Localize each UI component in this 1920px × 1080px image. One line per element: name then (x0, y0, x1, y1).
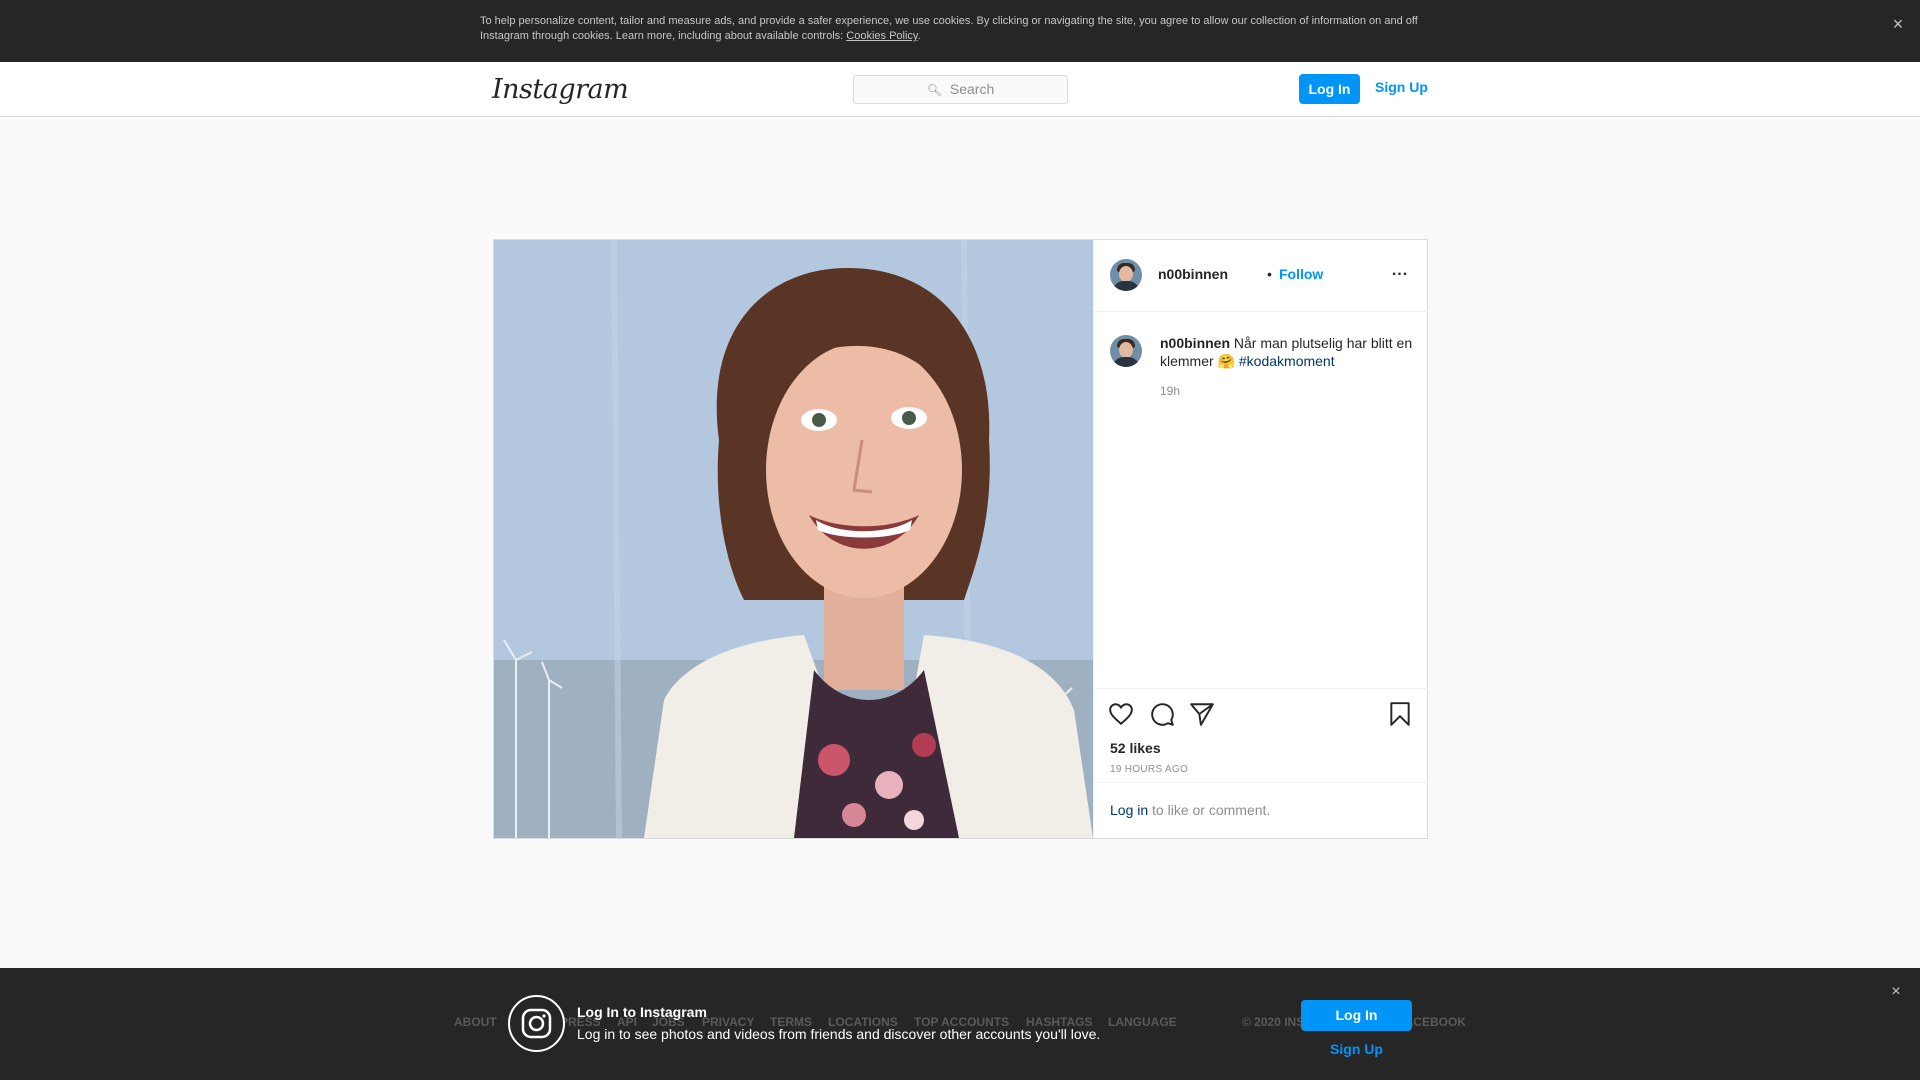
login-link[interactable]: Log in (1110, 802, 1148, 818)
instagram-glyph-icon (508, 995, 565, 1052)
heart-icon[interactable] (1108, 701, 1134, 727)
cookie-message: To help personalize content, tailor and … (480, 15, 1418, 42)
login-to-comment-text: to like or comment. (1148, 802, 1271, 818)
post-caption: n00binnen Når man plutselig har blitt en… (1160, 334, 1418, 370)
avatar[interactable] (1110, 259, 1142, 291)
cookie-banner: To help personalize content, tailor and … (0, 0, 1920, 62)
post-photo[interactable] (494, 240, 1093, 838)
caption-username[interactable]: n00binnen (1160, 335, 1230, 351)
post-actions: 52 likes 19 HOURS AGO Log in to like or … (1094, 688, 1428, 838)
login-prompt-subtitle: Log in to see photos and videos from fri… (577, 1026, 1101, 1042)
caption-emoji: 🤗 (1217, 353, 1235, 369)
post-timestamp: 19 HOURS AGO (1110, 764, 1189, 775)
login-prompt-title: Log In to Instagram (577, 1004, 707, 1020)
login-prompt-signup-link[interactable]: Sign Up (1301, 1041, 1412, 1057)
post-sidebar: n00binnen • Follow ... n00binnen Når man… (1093, 240, 1428, 838)
cookie-close-icon[interactable]: × (1888, 14, 1908, 34)
login-prompt-banner: ABOUT PRESS API JOBS PRIVACY TERMS LOCAT… (0, 968, 1920, 1080)
login-prompt-login-button[interactable]: Log In (1301, 1000, 1412, 1031)
post-header: n00binnen • Follow ... (1094, 240, 1428, 312)
caption-avatar[interactable] (1110, 335, 1142, 367)
comment-bar: Log in to like or comment. (1094, 782, 1428, 838)
post-username[interactable]: n00binnen (1158, 266, 1228, 282)
top-nav: Instagram 🔍︎ Search Log In Sign Up (0, 62, 1920, 117)
login-prompt-close-icon[interactable]: × (1886, 982, 1906, 1002)
search-placeholder: Search (949, 81, 995, 97)
follow-button[interactable]: Follow (1279, 266, 1323, 282)
footer-link-language[interactable]: LANGUAGE (1108, 1015, 1177, 1029)
caption-timestamp: 19h (1160, 384, 1181, 398)
instagram-logo[interactable]: Instagram (492, 74, 629, 105)
more-options-icon[interactable]: ... (1388, 262, 1412, 282)
post-photo-illustration (494, 240, 1093, 838)
post-card: n00binnen • Follow ... n00binnen Når man… (493, 239, 1428, 839)
cookie-text: To help personalize content, tailor and … (480, 15, 1418, 42)
login-to-comment: Log in to like or comment. (1110, 802, 1270, 818)
signup-link[interactable]: Sign Up (1375, 74, 1428, 104)
cookies-policy-link[interactable]: Cookies Policy (846, 30, 917, 42)
hashtag-link[interactable]: #kodakmoment (1239, 353, 1335, 369)
share-icon[interactable] (1189, 701, 1215, 727)
search-icon: 🔍︎ (926, 83, 942, 97)
separator-dot: • (1267, 266, 1272, 282)
comment-icon[interactable] (1149, 701, 1175, 727)
search-input[interactable]: 🔍︎ Search (853, 75, 1068, 104)
likes-count[interactable]: 52 likes (1110, 740, 1161, 756)
footer-link-about[interactable]: ABOUT (454, 1015, 497, 1029)
bookmark-icon[interactable] (1387, 701, 1413, 727)
login-button[interactable]: Log In (1299, 74, 1360, 104)
